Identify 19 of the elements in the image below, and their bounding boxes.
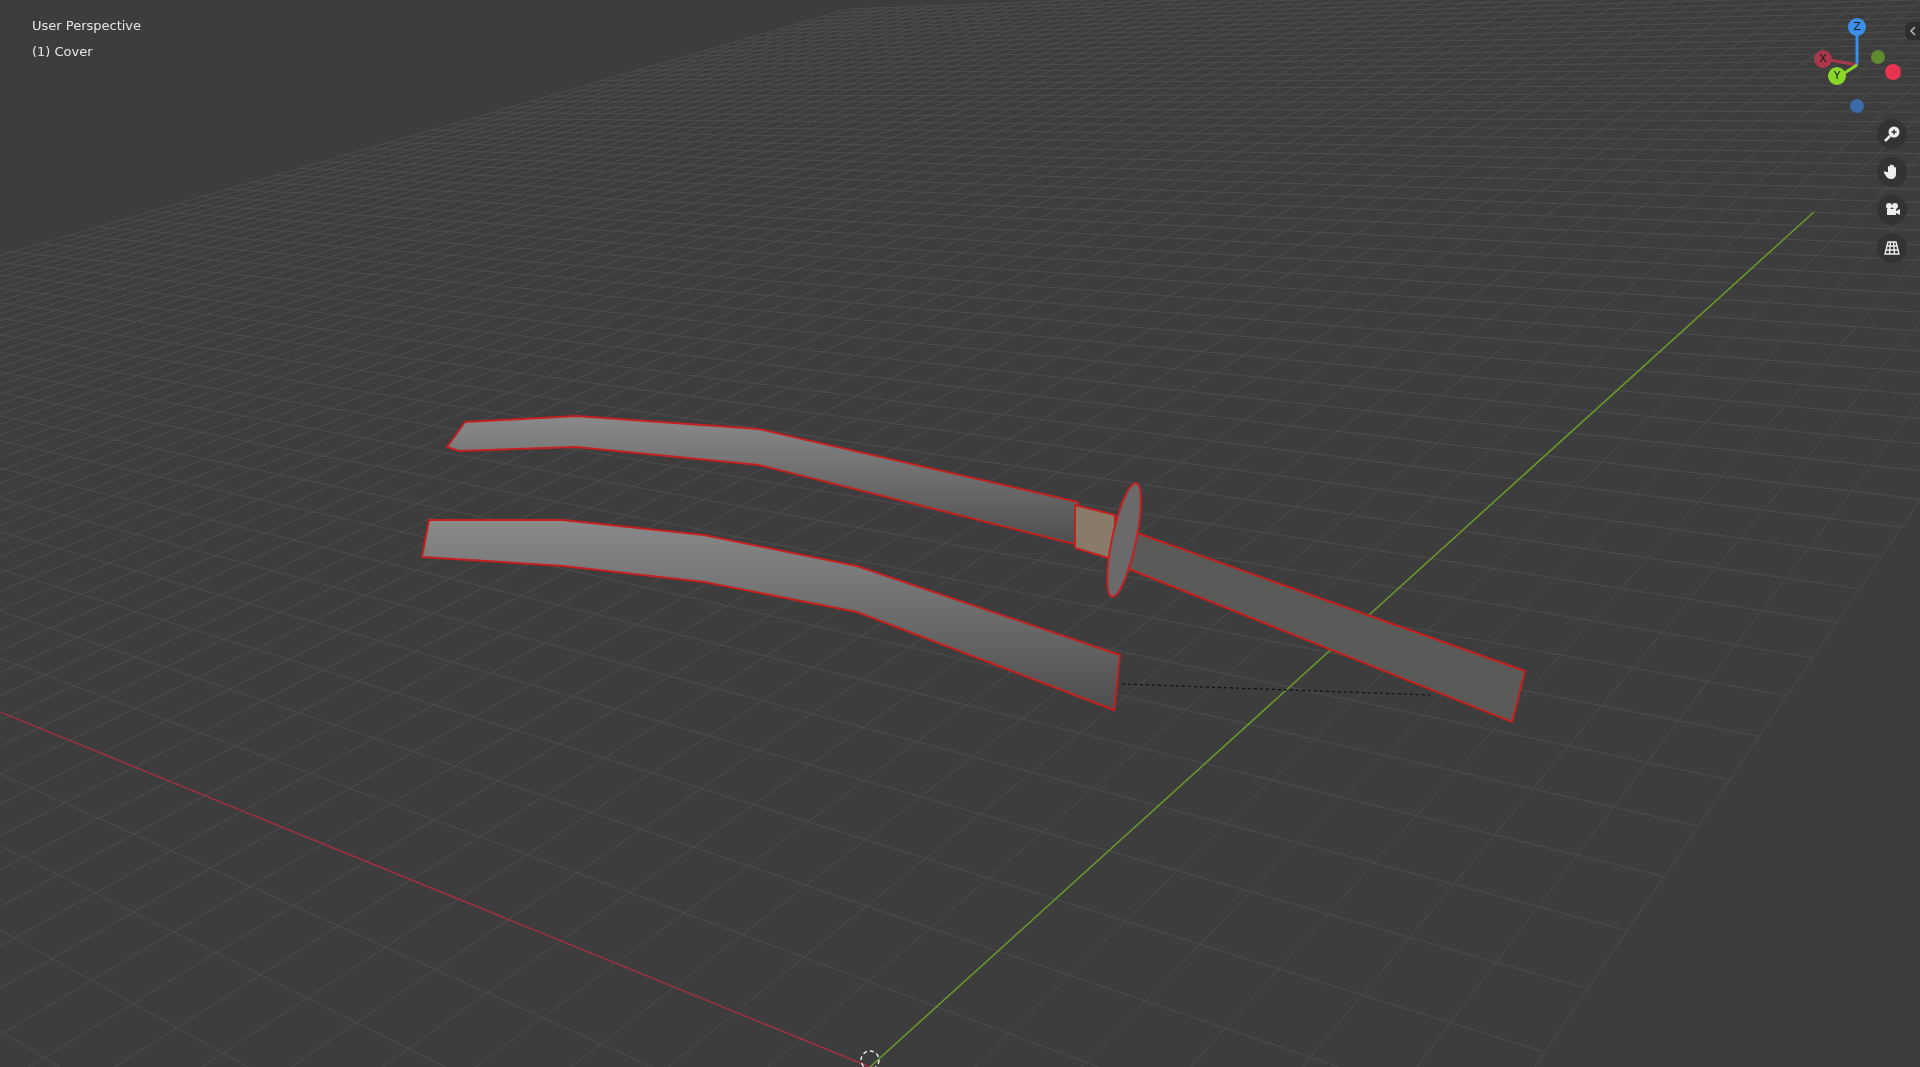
axis-handle[interactable]: Z [1848,18,1866,36]
chevron-left-icon [1909,26,1916,36]
axis-handle[interactable]: Y [1828,67,1846,85]
grid-icon [1883,239,1901,257]
negative-y-axis-dot [1871,50,1885,64]
perspective-toggle-button[interactable] [1877,233,1907,263]
sidebar-toggle[interactable] [1905,22,1920,40]
x-axis-stem [1829,58,1858,67]
zoom-button[interactable] [1877,119,1907,149]
view-name-label: User Perspective [32,17,142,35]
origin-cursor-icon [860,1050,880,1067]
axis-handle[interactable]: X [1814,50,1832,68]
camera-view-button[interactable] [1877,195,1907,225]
pan-button[interactable] [1877,157,1907,187]
negative-z-axis-dot [1850,99,1864,113]
zoom-icon [1883,125,1901,143]
z-axis-stem [1855,33,1859,65]
negative-x-axis-dot [1885,64,1901,80]
collection-label: (1) Cover [32,42,94,61]
